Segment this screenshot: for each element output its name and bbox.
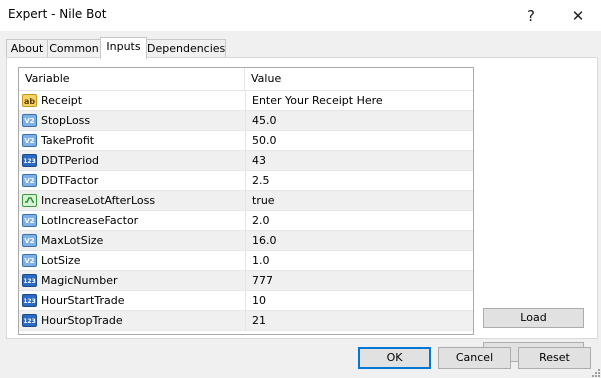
ok-button[interactable]: OK — [358, 347, 431, 369]
value-cell[interactable]: 10 — [245, 291, 473, 311]
table-row[interactable]: 123 HourStartTrade 10 — [19, 291, 473, 311]
variable-name: TakeProfit — [41, 134, 95, 147]
value-cell[interactable]: 777 — [245, 271, 473, 291]
table-row[interactable]: ab Receipt Enter Your Receipt Here — [19, 91, 473, 111]
resize-grip-icon[interactable] — [590, 367, 600, 377]
string-type-icon: ab — [22, 94, 37, 107]
table-row[interactable]: 123 HourStopTrade 21 — [19, 311, 473, 331]
value-cell[interactable]: Enter Your Receipt Here — [245, 91, 473, 111]
variable-cell: 123 MagicNumber — [19, 271, 245, 291]
int-type-icon: 123 — [22, 154, 37, 167]
value-cell[interactable]: 1.0 — [245, 251, 473, 271]
variable-cell: V2 StopLoss — [19, 111, 245, 131]
value-cell[interactable]: true — [245, 191, 473, 211]
reset-button[interactable]: Reset — [518, 347, 591, 369]
grid-header: Variable Value — [19, 68, 473, 91]
value-cell[interactable]: 2.5 — [245, 171, 473, 191]
table-row[interactable]: V2 MaxLotSize 16.0 — [19, 231, 473, 251]
variable-name: HourStartTrade — [41, 294, 125, 307]
column-header-variable[interactable]: Variable — [19, 68, 245, 90]
variable-name: Receipt — [41, 94, 83, 107]
double-type-icon: V2 — [22, 234, 37, 247]
variable-cell: V2 DDTFactor — [19, 171, 245, 191]
dialog-body: About Common Inputs Dependencies Variabl… — [0, 31, 601, 378]
tab-common[interactable]: Common — [47, 39, 101, 58]
table-row[interactable]: V2 LotIncreaseFactor 2.0 — [19, 211, 473, 231]
double-type-icon: V2 — [22, 214, 37, 227]
tab-dependencies[interactable]: Dependencies — [146, 39, 226, 58]
variable-name: DDTPeriod — [41, 154, 99, 167]
int-type-icon: 123 — [22, 314, 37, 327]
value-cell[interactable]: 16.0 — [245, 231, 473, 251]
variable-name: LotIncreaseFactor — [41, 214, 139, 227]
double-type-icon: V2 — [22, 174, 37, 187]
table-row[interactable]: IncreaseLotAfterLoss true — [19, 191, 473, 211]
variable-name: DDTFactor — [41, 174, 99, 187]
tab-strip: About Common Inputs Dependencies — [6, 37, 596, 59]
int-type-icon: 123 — [22, 274, 37, 287]
variable-name: MaxLotSize — [41, 234, 104, 247]
table-row[interactable]: V2 LotSize 1.0 — [19, 251, 473, 271]
window-title: Expert - Nile Bot — [8, 7, 107, 21]
variable-name: MagicNumber — [41, 274, 118, 287]
column-header-value[interactable]: Value — [245, 68, 473, 90]
help-icon: ? — [527, 6, 535, 25]
variable-cell: ab Receipt — [19, 91, 245, 111]
value-cell[interactable]: 50.0 — [245, 131, 473, 151]
close-button[interactable]: ✕ — [555, 0, 601, 31]
table-row[interactable]: V2 DDTFactor 2.5 — [19, 171, 473, 191]
variable-name: StopLoss — [41, 114, 91, 127]
table-row[interactable]: V2 StopLoss 45.0 — [19, 111, 473, 131]
table-row[interactable]: V2 TakeProfit 50.0 — [19, 131, 473, 151]
variable-cell: V2 LotSize — [19, 251, 245, 271]
cancel-button[interactable]: Cancel — [438, 347, 511, 369]
variable-cell: V2 TakeProfit — [19, 131, 245, 151]
tab-inputs[interactable]: Inputs — [100, 37, 147, 59]
double-type-icon: V2 — [22, 134, 37, 147]
variable-cell: V2 LotIncreaseFactor — [19, 211, 245, 231]
value-cell[interactable]: 43 — [245, 151, 473, 171]
help-button[interactable]: ? — [508, 0, 554, 31]
value-cell[interactable]: 21 — [245, 311, 473, 331]
variable-name: HourStopTrade — [41, 314, 123, 327]
close-icon: ✕ — [571, 6, 585, 25]
variable-cell: 123 HourStartTrade — [19, 291, 245, 311]
variable-name: LotSize — [41, 254, 81, 267]
inputs-tab-panel: Variable Value ab Receipt Enter Your Recei… — [6, 57, 598, 362]
variable-cell: 123 DDTPeriod — [19, 151, 245, 171]
table-row[interactable]: 123 DDTPeriod 43 — [19, 151, 473, 171]
double-type-icon: V2 — [22, 114, 37, 127]
inputs-grid: Variable Value ab Receipt Enter Your Recei… — [18, 67, 474, 335]
grid-rows: ab Receipt Enter Your Receipt Here V2 StopLo… — [19, 91, 473, 331]
title-bar: Expert - Nile Bot ? ✕ — [0, 0, 601, 31]
variable-cell: IncreaseLotAfterLoss — [19, 191, 245, 211]
value-cell[interactable]: 2.0 — [245, 211, 473, 231]
value-cell[interactable]: 45.0 — [245, 111, 473, 131]
load-button[interactable]: Load — [483, 308, 584, 328]
table-row[interactable]: 123 MagicNumber 777 — [19, 271, 473, 291]
double-type-icon: V2 — [22, 254, 37, 267]
int-type-icon: 123 — [22, 294, 37, 307]
bool-type-icon — [22, 194, 37, 207]
tab-about[interactable]: About — [6, 39, 48, 58]
variable-name: IncreaseLotAfterLoss — [41, 194, 156, 207]
variable-cell: V2 MaxLotSize — [19, 231, 245, 251]
variable-cell: 123 HourStopTrade — [19, 311, 245, 331]
